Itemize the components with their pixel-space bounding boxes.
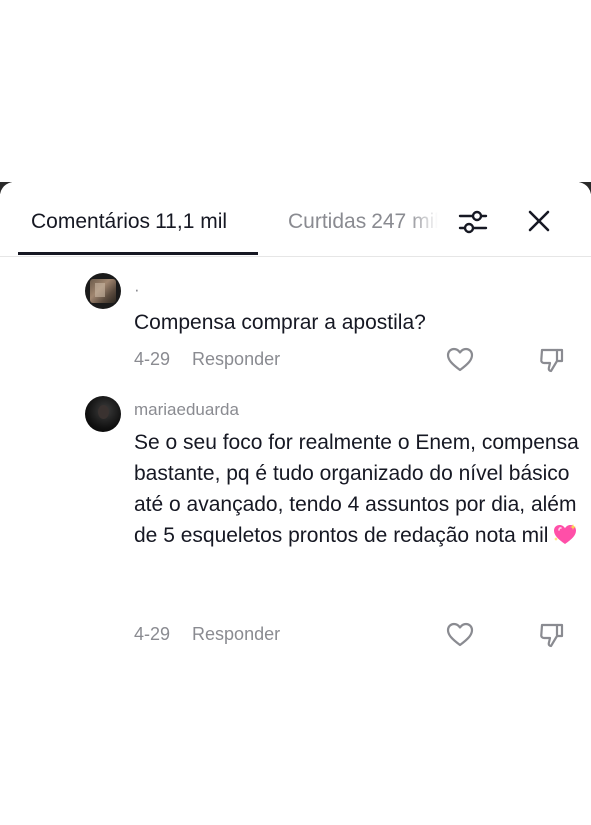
comments-header: Comentários 11,1 mil Curtidas 247 mil (0, 182, 591, 257)
comment-text: Compensa comprar a apostila? (134, 311, 426, 334)
sparkling-heart-icon (554, 524, 577, 544)
tab-comments[interactable]: Comentários 11,1 mil (31, 209, 232, 235)
comment-meta: 4-29 Responder (134, 623, 280, 645)
comment-text-body: Se o seu foco for realmente o Enem, comp… (134, 431, 579, 547)
reply-button[interactable]: Responder (192, 624, 280, 644)
dislike-icon[interactable] (538, 346, 566, 374)
heart-outline-icon[interactable] (446, 621, 474, 649)
tab-likes-label: Curtidas (288, 210, 367, 233)
heart-outline-icon[interactable] (446, 346, 474, 374)
avatar-image (98, 405, 109, 419)
comment-username[interactable]: mariaeduarda (134, 400, 239, 420)
dislike-icon[interactable] (538, 621, 566, 649)
avatar-image-detail (95, 283, 105, 297)
close-icon[interactable] (526, 208, 552, 234)
sliders-icon[interactable] (458, 207, 488, 237)
tab-comments-label: Comentários (31, 210, 151, 233)
tab-likes[interactable]: Curtidas 247 mil (288, 209, 438, 235)
reply-button[interactable]: Responder (192, 349, 280, 369)
comment-text: Se o seu foco for realmente o Enem, comp… (134, 427, 584, 551)
avatar[interactable] (85, 273, 121, 309)
active-tab-indicator (18, 252, 258, 255)
comment-date: 4-29 (134, 349, 171, 369)
tab-comments-count: 11,1 mil (155, 210, 228, 233)
comment-date: 4-29 (134, 624, 171, 644)
tab-likes-count: 247 mil (371, 210, 438, 233)
screenshot-page: Comentários 11,1 mil Curtidas 247 mil · Co… (0, 0, 591, 825)
avatar[interactable] (85, 396, 121, 432)
comment-meta: 4-29 Responder (134, 348, 280, 370)
comment-username[interactable]: · (134, 280, 140, 300)
